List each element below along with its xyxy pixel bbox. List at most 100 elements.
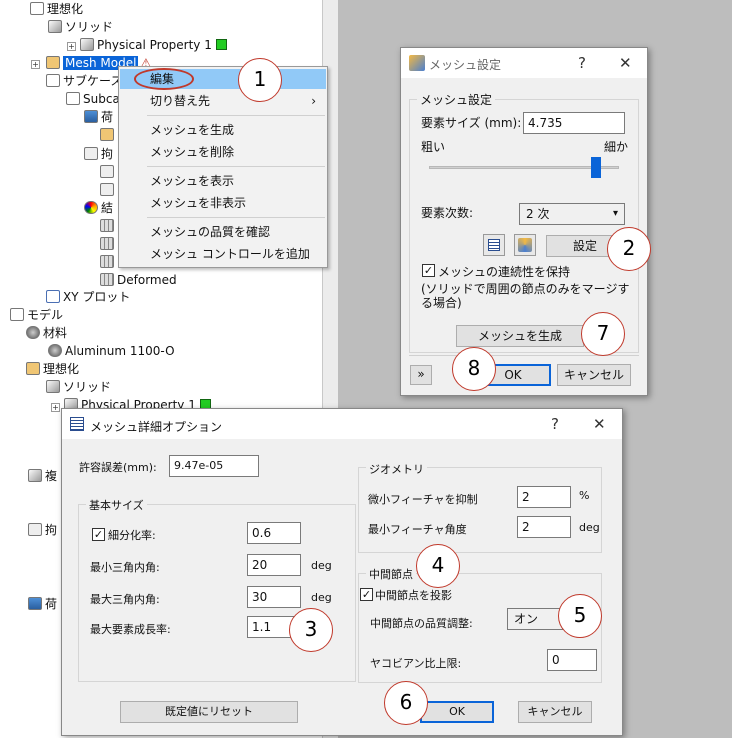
callout-6: 6: [384, 681, 428, 725]
menu-item-hide-mesh[interactable]: メッシュを非表示: [120, 193, 326, 213]
min-angle-input[interactable]: 20: [247, 554, 301, 576]
jacobian-label: ヤコビアン比上限:: [370, 657, 462, 670]
expand-icon[interactable]: +: [51, 403, 60, 412]
tree-item-subcase-child[interactable]: Subca: [66, 91, 120, 108]
element-size-input[interactable]: 4.735: [523, 112, 625, 134]
mesh-model-icon: [46, 56, 60, 69]
idealization-icon: [30, 2, 44, 15]
menu-item-delete-mesh[interactable]: メッシュを削除: [120, 142, 326, 162]
project-midnode-checkbox[interactable]: ✓: [360, 588, 373, 601]
highlight-oval: [134, 68, 194, 90]
tree-item-subcase[interactable]: サブケース: [46, 73, 122, 90]
result-plot-icon: [100, 255, 114, 268]
tolerance-input[interactable]: 9.47e-05: [169, 455, 259, 477]
tree-item-result[interactable]: [100, 254, 117, 271]
keep-continuity-label: メッシュの連続性を保持: [438, 265, 571, 279]
tree-item-model[interactable]: モデル: [10, 307, 63, 324]
callout-8: 8: [452, 347, 496, 391]
tree-item-deformed[interactable]: Deformed: [100, 272, 177, 289]
mesh-size-slider-thumb[interactable]: [591, 157, 602, 178]
help-button[interactable]: ?: [578, 54, 586, 72]
expand-icon[interactable]: +: [67, 42, 76, 51]
tree-item-constraint[interactable]: 拘: [84, 146, 113, 163]
tree-item-load2[interactable]: 荷: [28, 596, 57, 613]
dialog-title: メッシュ詳細オプション: [90, 420, 223, 434]
ok-button[interactable]: OK: [420, 701, 494, 723]
idealization-icon: [26, 362, 40, 375]
tree-item-load-child[interactable]: [100, 127, 117, 144]
composite-icon: [28, 469, 42, 482]
callout-2: 2: [607, 227, 651, 271]
suppress-feature-input[interactable]: 2: [517, 486, 571, 508]
close-button[interactable]: ✕: [593, 415, 606, 433]
subcase-icon: [46, 74, 60, 87]
max-aspect-label: 最大要素成長率:: [90, 623, 171, 636]
menu-item-show-mesh[interactable]: メッシュを表示: [120, 171, 326, 191]
cancel-button[interactable]: キャンセル: [557, 364, 631, 386]
tree-item-constraint2[interactable]: 拘: [28, 522, 57, 539]
unit-deg: deg: [579, 521, 600, 534]
midnode-quality-select[interactable]: オン: [507, 608, 563, 630]
element-order-select[interactable]: 2 次 ▾: [519, 203, 625, 225]
project-midnode-label: 中間節点を投影: [375, 589, 452, 602]
advanced-options-icon: [70, 417, 84, 431]
refine-label: 細分化率:: [108, 529, 156, 542]
tree-item-solid-top[interactable]: ソリッド: [48, 19, 113, 36]
tree-item-result[interactable]: [100, 236, 117, 253]
tree-item-idealization-top[interactable]: 理想化: [30, 1, 83, 18]
callout-3: 3: [289, 608, 333, 652]
tree-item-constraint-child[interactable]: [100, 182, 117, 199]
tree-item-aluminum[interactable]: Aluminum 1100-O: [48, 343, 175, 360]
menu-item-generate-mesh[interactable]: メッシュを生成: [120, 120, 326, 140]
close-button[interactable]: ✕: [619, 54, 632, 72]
tree-item-solid[interactable]: ソリッド: [46, 379, 111, 396]
jacobian-input[interactable]: 0: [547, 649, 597, 671]
tree-item-composite[interactable]: 複: [28, 468, 57, 485]
menu-separator: [147, 217, 325, 218]
expand-icon[interactable]: +: [31, 60, 40, 69]
group-label: メッシュ設定: [417, 91, 496, 108]
min-feature-angle-input[interactable]: 2: [517, 516, 571, 538]
unit-deg: deg: [311, 559, 332, 572]
menu-separator: [147, 166, 325, 167]
dialog-title: メッシュ設定: [429, 58, 502, 72]
tree-item-material[interactable]: 材料: [26, 325, 67, 342]
table-icon: [488, 239, 500, 251]
refine-input[interactable]: 0.6: [247, 522, 301, 544]
menu-item-add-mesh-control[interactable]: メッシュ コントロールを追加: [120, 244, 326, 264]
color-swatch-icon: [215, 39, 227, 50]
solid-icon: [48, 20, 62, 33]
load-icon: [84, 110, 98, 123]
group-label: 基本サイズ: [86, 497, 147, 513]
menu-item-switch-to[interactable]: 切り替え先 ›: [120, 91, 326, 111]
group-label: 中間節点: [366, 566, 416, 582]
table-view-button[interactable]: [483, 234, 505, 256]
generate-mesh-button[interactable]: メッシュを生成: [456, 325, 584, 347]
keep-continuity-checkbox[interactable]: ✓: [422, 264, 435, 277]
max-angle-input[interactable]: 30: [247, 586, 301, 608]
tolerance-label: 許容誤差(mm):: [79, 461, 157, 474]
mesh-preview-button[interactable]: [514, 234, 536, 256]
tree-item-xy-plot[interactable]: XY プロット: [46, 289, 130, 306]
min-angle-label: 最小三角内角:: [90, 561, 160, 574]
unit-percent: %: [579, 489, 590, 502]
submenu-arrow-icon: ›: [311, 94, 316, 108]
tree-item-result[interactable]: [100, 218, 117, 235]
collapse-icon[interactable]: »: [410, 365, 432, 385]
tree-item-load[interactable]: 荷: [84, 109, 113, 126]
tree-item-constraint-child[interactable]: [100, 164, 117, 181]
menu-item-check-quality[interactable]: メッシュの品質を確認: [120, 222, 326, 242]
cancel-button[interactable]: キャンセル: [518, 701, 592, 723]
group-label: ジオメトリ: [366, 461, 427, 477]
refine-checkbox[interactable]: ✓: [92, 528, 105, 541]
help-button[interactable]: ?: [551, 415, 559, 433]
menu-separator: [147, 115, 325, 116]
reset-defaults-button[interactable]: 既定値にリセット: [120, 701, 298, 723]
tree-item-results[interactable]: 結: [84, 200, 113, 217]
material-sphere-icon: [48, 344, 62, 357]
callout-1: 1: [238, 58, 282, 102]
advanced-options-dialog: メッシュ詳細オプション ? ✕ 許容誤差(mm): 9.47e-05 基本サイズ…: [61, 408, 623, 736]
tree-item-physical-property-top[interactable]: Physical Property 1: [80, 37, 227, 54]
coarse-label: 粗い: [421, 140, 446, 154]
tree-item-idealization[interactable]: 理想化: [26, 361, 79, 378]
